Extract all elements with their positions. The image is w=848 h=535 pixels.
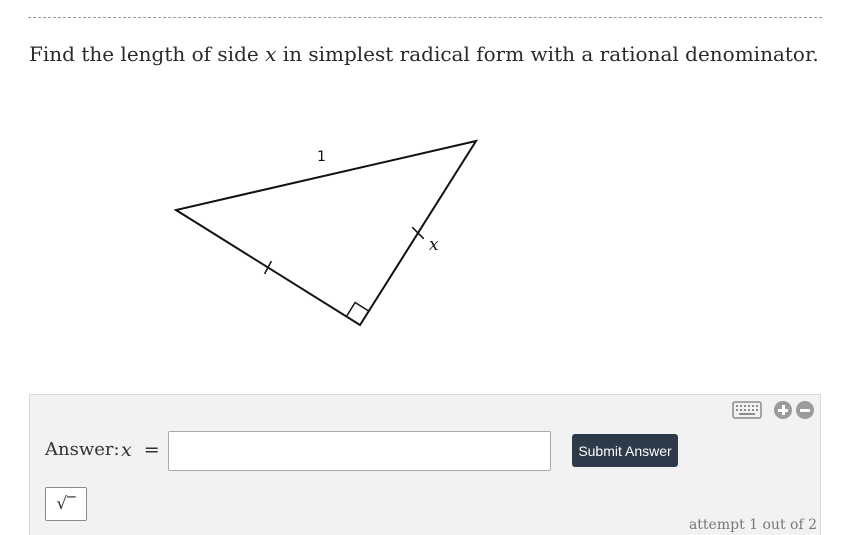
panel-tools [732,401,814,419]
answer-label: Answer: [45,439,120,460]
submit-answer-button[interactable]: Submit Answer [572,434,678,467]
triangle-figure: 1 x [173,139,479,327]
answer-equals: = [143,439,160,461]
tick-mark-right-leg [411,226,425,240]
attempt-counter: attempt 1 out of 2 [688,517,817,533]
answer-variable: x = [121,439,160,461]
keyboard-icon[interactable] [732,401,762,419]
answer-panel: Answer: x = Submit Answer √‾ attempt 1 o… [29,394,821,535]
triangle [173,139,479,327]
sqrt-button[interactable]: √‾ [45,487,87,521]
hypotenuse-label: 1 [317,149,326,165]
answer-input[interactable] [168,431,551,471]
side-x-label: x [429,235,439,255]
zoom-out-icon[interactable] [796,401,814,419]
answer-variable-x: x [121,439,132,461]
tick-mark-left-leg [263,260,273,275]
zoom-in-icon[interactable] [774,401,792,419]
